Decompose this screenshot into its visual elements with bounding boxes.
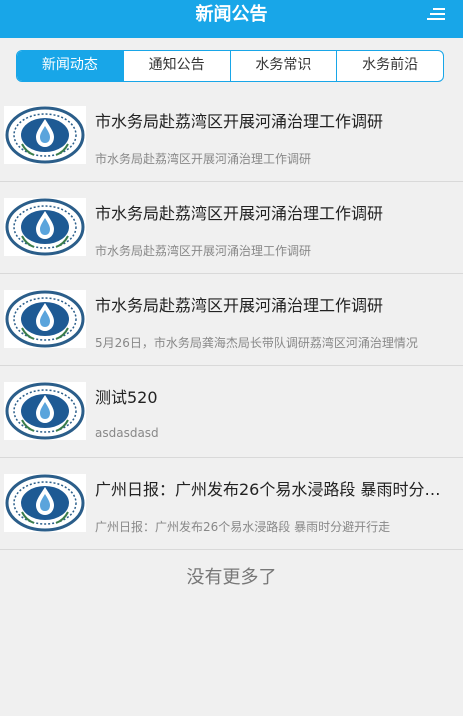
news-item[interactable]: 市水务局赴荔湾区开展河涌治理工作调研 市水务局赴荔湾区开展河涌治理工作调研 [0, 90, 463, 182]
category-tabs: 新闻动态 通知公告 水务常识 水务前沿 [16, 50, 444, 82]
news-title: 广州日报：广州发布26个易水浸路段 暴雨时分避开行走 [95, 480, 455, 499]
water-bureau-emblem-icon [4, 382, 86, 440]
news-summary: 市水务局赴荔湾区开展河涌治理工作调研 [95, 152, 312, 166]
water-bureau-emblem-icon [4, 474, 86, 532]
no-more-indicator: 没有更多了 [186, 567, 277, 588]
header-bar: 新闻公告 [0, 0, 463, 38]
water-bureau-emblem-icon [4, 290, 86, 348]
news-title: 市水务局赴荔湾区开展河涌治理工作调研 [95, 204, 384, 223]
water-bureau-emblem-icon [4, 198, 86, 256]
news-item[interactable]: 广州日报：广州发布26个易水浸路段 暴雨时分避开行走 广州日报：广州发布26个易… [0, 458, 463, 550]
tab-news[interactable]: 新闻动态 [17, 51, 123, 81]
news-summary: asdasdasd [95, 426, 159, 440]
news-summary: 5月26日，市水务局龚海杰局长带队调研荔湾区河涌治理情况 [95, 336, 418, 350]
tab-water-frontier[interactable]: 水务前沿 [336, 51, 443, 81]
news-item[interactable]: 测试520 asdasdasd [0, 366, 463, 458]
tab-water-knowledge[interactable]: 水务常识 [229, 51, 337, 81]
news-item[interactable]: 市水务局赴荔湾区开展河涌治理工作调研 5月26日，市水务局龚海杰局长带队调研荔湾… [0, 274, 463, 366]
news-summary: 市水务局赴荔湾区开展河涌治理工作调研 [95, 244, 312, 258]
hamburger-list-icon[interactable] [425, 6, 447, 24]
news-list: 市水务局赴荔湾区开展河涌治理工作调研 市水务局赴荔湾区开展河涌治理工作调研 市水… [0, 90, 463, 550]
news-title: 测试520 [95, 388, 158, 407]
news-title: 市水务局赴荔湾区开展河涌治理工作调研 [95, 112, 384, 131]
news-item[interactable]: 市水务局赴荔湾区开展河涌治理工作调研 市水务局赴荔湾区开展河涌治理工作调研 [0, 182, 463, 274]
page-title: 新闻公告 [195, 4, 268, 25]
tab-notices[interactable]: 通知公告 [122, 51, 230, 81]
water-bureau-emblem-icon [4, 106, 86, 164]
news-title: 市水务局赴荔湾区开展河涌治理工作调研 [95, 296, 384, 315]
news-summary: 广州日报：广州发布26个易水浸路段 暴雨时分避开行走 [95, 520, 391, 534]
